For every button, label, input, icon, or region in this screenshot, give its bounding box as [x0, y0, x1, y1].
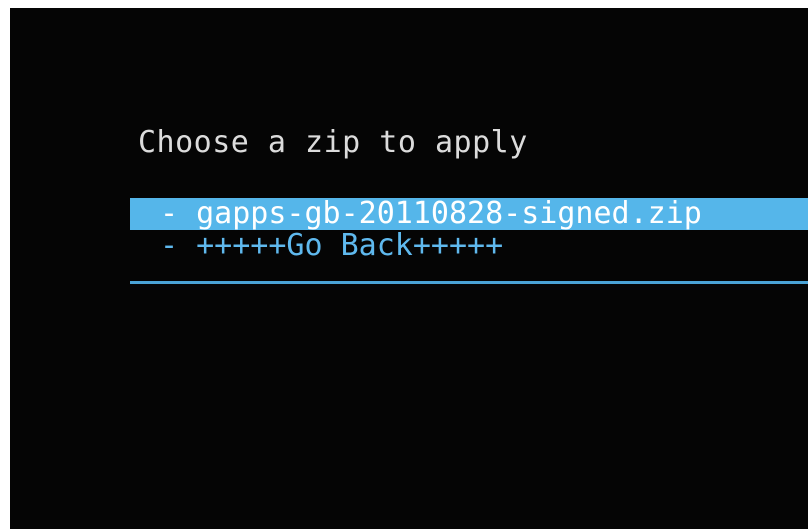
- menu-item-zip-file[interactable]: - gapps-gb-20110828-signed.zip: [130, 198, 808, 230]
- menu-item-go-back[interactable]: - +++++Go Back+++++: [130, 230, 808, 262]
- menu-divider: [130, 281, 808, 284]
- recovery-screen: Choose a zip to apply - gapps-gb-2011082…: [10, 8, 808, 529]
- screen-title: Choose a zip to apply: [138, 125, 528, 160]
- zip-menu: - gapps-gb-20110828-signed.zip - +++++Go…: [130, 198, 808, 262]
